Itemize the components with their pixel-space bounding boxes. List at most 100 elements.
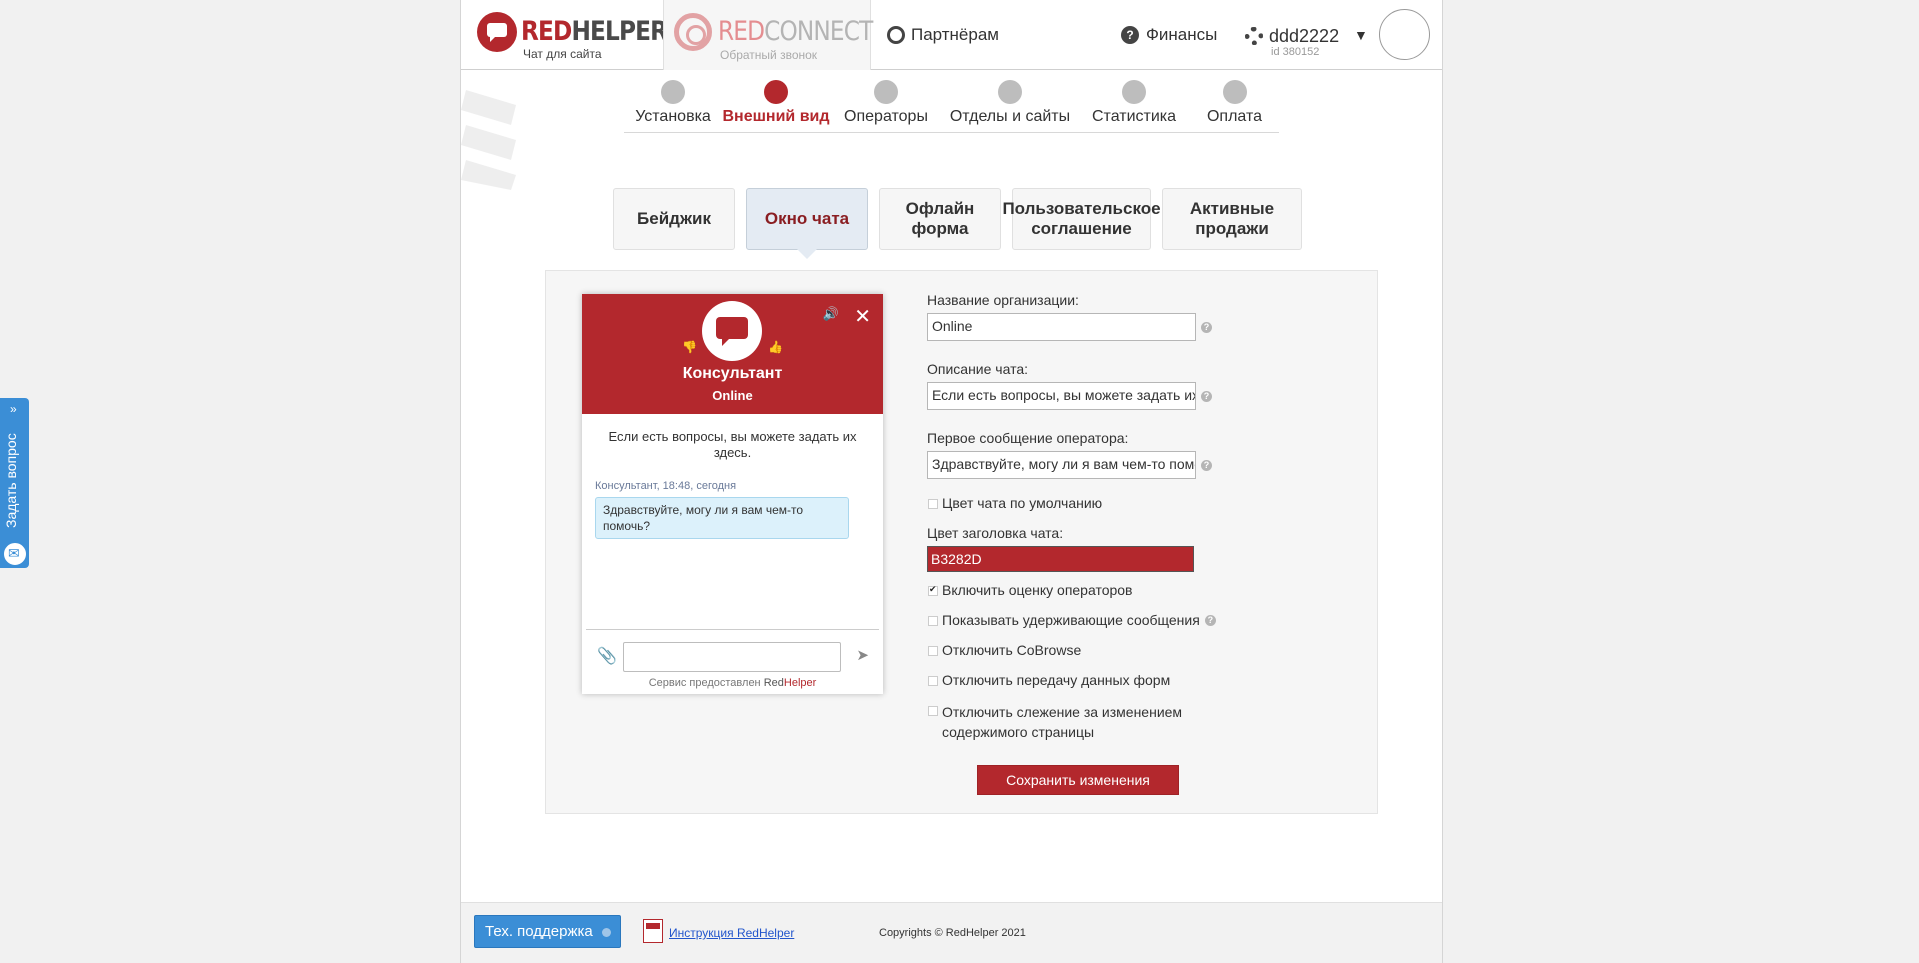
- nav-statistics[interactable]: Статистика: [1078, 78, 1190, 130]
- tab-active-sales[interactable]: Активные продажи: [1162, 188, 1302, 250]
- tracking-label: Отключить слежение за изменением содержи…: [942, 704, 1183, 740]
- default-color-label: Цвет чата по умолчанию: [942, 495, 1103, 511]
- page-column: REDHELPER Чат для сайта REDCONNECT Обрат…: [460, 0, 1443, 963]
- phone-ring-icon: [674, 13, 712, 51]
- envelope-icon: [2, 541, 28, 567]
- sound-icon[interactable]: 🔊: [823, 306, 839, 322]
- header-color-label: Цвет заголовка чата:: [927, 525, 1064, 541]
- thumb-down-icon[interactable]: 👎: [682, 340, 697, 354]
- holding-messages-option[interactable]: Показывать удерживающие сообщения ?: [927, 612, 1347, 642]
- monitor-icon: [998, 80, 1022, 104]
- tab-offline-form[interactable]: Офлайн форма: [879, 188, 1001, 250]
- tracking-checkbox[interactable]: [928, 706, 938, 716]
- rating-checkbox[interactable]: [928, 584, 938, 596]
- partners-label: Партнёрам: [911, 25, 999, 44]
- tab-user-agreement[interactable]: Пользовательское соглашение: [1002, 188, 1161, 250]
- dollar-icon: [1222, 80, 1247, 104]
- operator-avatar: [702, 301, 762, 361]
- nav-operators[interactable]: Операторы: [830, 78, 942, 130]
- user-id: id 380152: [1271, 46, 1320, 58]
- status-dot-icon: [602, 928, 611, 937]
- footer: Тех. поддержка Инструкция RedHelper Copy…: [461, 902, 1442, 963]
- form-data-option[interactable]: Отключить передачу данных форм: [927, 672, 1347, 702]
- rating-label: Включить оценку операторов: [942, 582, 1133, 598]
- chat-preview: 👎 👍 🔊 ✕ Консультант Online Если есть воп…: [582, 294, 883, 694]
- chat-bubble-icon: [477, 12, 517, 52]
- nav-install-label: Установка: [635, 108, 711, 125]
- paperclip-icon[interactable]: 📎: [597, 646, 617, 666]
- settings-panel: 👎 👍 🔊 ✕ Консультант Online Если есть воп…: [545, 270, 1378, 814]
- chat-description-label: Описание чата:: [927, 361, 1029, 377]
- nav-appearance-label: Внешний вид: [722, 108, 830, 125]
- thumb-up-icon[interactable]: 👍: [768, 340, 783, 354]
- message-meta: Консультант, 18:48, сегодня: [595, 480, 737, 492]
- account-menu[interactable]: ddd2222 id 380152: [1245, 22, 1339, 58]
- first-message-label: Первое сообщение оператора:: [927, 430, 1129, 446]
- nav-install[interactable]: Установка: [624, 78, 722, 130]
- ask-question-widget[interactable]: » Задать вопрос: [0, 398, 29, 568]
- nav-departments-label: Отделы и сайты: [949, 108, 1071, 125]
- form-data-label: Отключить передачу данных форм: [942, 672, 1171, 688]
- service-credit: Сервис предоставлен RedHelper: [648, 677, 817, 689]
- main-nav: Установка Внешний вид Операторы Отделы и…: [624, 78, 1279, 133]
- avatar[interactable]: [1379, 9, 1430, 60]
- chat-header: 👎 👍 🔊 ✕ Консультант Online: [582, 294, 883, 414]
- nav-appearance[interactable]: Внешний вид: [722, 78, 830, 130]
- help-icon[interactable]: ?: [1201, 459, 1212, 471]
- decorative-badge-icon: [461, 90, 516, 190]
- help-icon[interactable]: ?: [1201, 321, 1212, 333]
- support-button[interactable]: Тех. поддержка: [474, 915, 621, 948]
- partners-link[interactable]: Партнёрам: [887, 25, 999, 45]
- nav-payment[interactable]: Оплата: [1190, 78, 1279, 130]
- chevron-down-icon[interactable]: ▼: [1354, 27, 1368, 43]
- question-icon: ?: [1121, 26, 1139, 44]
- support-label: Тех. поддержка: [485, 923, 593, 940]
- nav-operators-label: Операторы: [844, 108, 928, 125]
- org-name-field[interactable]: Online: [927, 313, 1196, 341]
- cobrowse-checkbox[interactable]: [928, 646, 938, 656]
- operator-icon: [874, 80, 898, 104]
- holding-messages-checkbox[interactable]: [928, 616, 938, 626]
- rating-option[interactable]: Включить оценку операторов: [927, 582, 1347, 612]
- first-message-field[interactable]: Здравствуйте, могу ли я вам чем-то помоч…: [927, 451, 1196, 479]
- ask-question-label: Задать вопрос: [3, 433, 19, 528]
- operator-status: Online: [712, 388, 753, 403]
- header-color-field[interactable]: B3282D: [927, 546, 1194, 572]
- wrench-icon: [764, 80, 788, 104]
- nav-departments[interactable]: Отделы и сайты: [942, 78, 1078, 130]
- cobrowse-option[interactable]: Отключить CoBrowse: [927, 642, 1347, 672]
- operator-name: Консультант: [682, 365, 783, 382]
- chat-description: Если есть вопросы, вы можете задать их з…: [608, 429, 857, 460]
- save-button[interactable]: Сохранить изменения: [977, 765, 1179, 795]
- nav-statistics-label: Статистика: [1091, 108, 1177, 125]
- finance-label: Финансы: [1146, 25, 1218, 44]
- redhelper-logo-text: REDHELPER: [521, 16, 668, 47]
- help-icon[interactable]: ?: [1204, 615, 1216, 626]
- default-color-option[interactable]: Цвет чата по умолчанию: [927, 495, 1347, 525]
- chat-message-input[interactable]: [623, 642, 841, 672]
- operator-message: Здравствуйте, могу ли я вам чем-то помоч…: [595, 497, 849, 539]
- org-name-label: Название организации:: [927, 292, 1079, 308]
- close-icon[interactable]: ✕: [854, 304, 871, 329]
- nav-payment-label: Оплата: [1206, 108, 1263, 125]
- redconnect-logo-text: REDCONNECT: [718, 16, 873, 47]
- send-icon[interactable]: ➤: [856, 646, 869, 664]
- cobrowse-label: Отключить CoBrowse: [942, 642, 1082, 658]
- tab-chat-window[interactable]: Окно чата: [746, 188, 868, 259]
- tracking-option[interactable]: Отключить слежение за изменением содержи…: [927, 702, 1197, 742]
- form-data-checkbox[interactable]: [928, 676, 938, 686]
- redconnect-logo[interactable]: REDCONNECT Обратный звонок: [663, 0, 873, 70]
- stats-icon: [1122, 80, 1146, 104]
- manual-label[interactable]: Инструкция RedHelper: [669, 926, 794, 940]
- header: REDHELPER Чат для сайта REDCONNECT Обрат…: [461, 0, 1442, 70]
- finance-link[interactable]: ? Финансы: [1121, 25, 1217, 45]
- manual-link[interactable]: Инструкция RedHelper: [643, 919, 794, 943]
- chat-description-field[interactable]: Если есть вопросы, вы можете задать их з…: [927, 382, 1196, 410]
- tab-badge[interactable]: Бейджик: [613, 188, 735, 250]
- help-icon[interactable]: ?: [1201, 390, 1212, 402]
- copyright: Copyrights © RedHelper 2021: [879, 927, 1026, 939]
- default-color-checkbox[interactable]: [928, 499, 938, 509]
- holding-messages-label: Показывать удерживающие сообщения: [942, 612, 1200, 628]
- pdf-icon: [643, 919, 663, 943]
- redhelper-logo[interactable]: REDHELPER Чат для сайта: [477, 10, 668, 65]
